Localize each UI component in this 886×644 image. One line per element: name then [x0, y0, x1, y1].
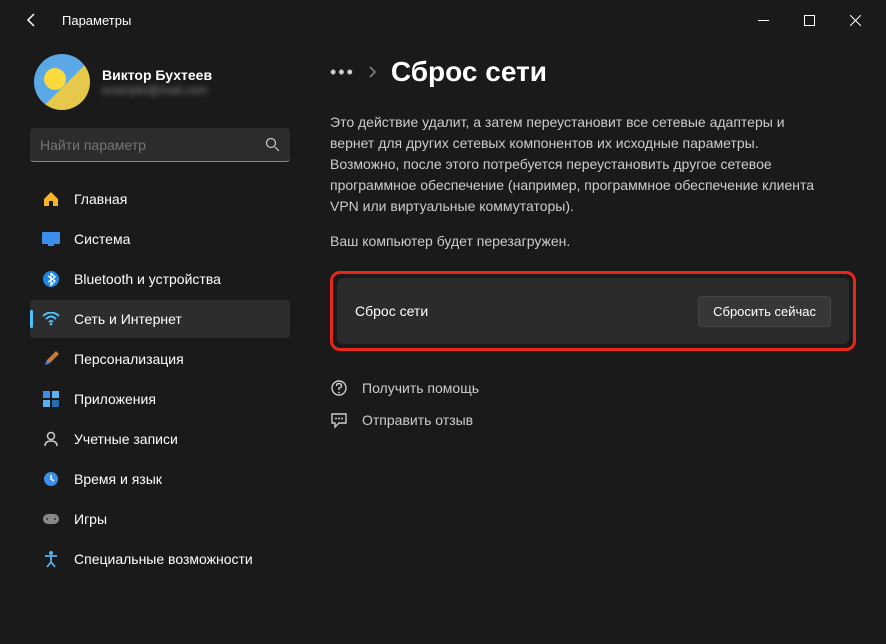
profile-email: example@mail.com	[102, 83, 212, 97]
chevron-right-icon	[369, 66, 377, 78]
clock-icon	[42, 470, 60, 488]
profile-name: Виктор Бухтеев	[102, 67, 212, 83]
description-text: Это действие удалит, а затем переустанов…	[330, 112, 830, 217]
sidebar-item-label: Приложения	[74, 391, 156, 407]
avatar	[34, 54, 90, 110]
brush-icon	[42, 350, 60, 368]
sidebar-item-label: Специальные возможности	[74, 551, 253, 567]
sidebar-item-label: Система	[74, 231, 130, 247]
breadcrumb: ••• Сброс сети	[330, 56, 856, 88]
sidebar-item-system[interactable]: Система	[30, 220, 290, 258]
titlebar: Параметры	[0, 0, 886, 40]
search-box[interactable]	[30, 128, 290, 162]
close-button[interactable]	[832, 4, 878, 36]
accessibility-icon	[42, 550, 60, 568]
feedback-link-label: Отправить отзыв	[362, 412, 473, 428]
sidebar-item-apps[interactable]: Приложения	[30, 380, 290, 418]
help-icon	[330, 379, 348, 397]
bluetooth-icon	[42, 270, 60, 288]
home-icon	[42, 190, 60, 208]
search-input[interactable]	[40, 137, 265, 153]
profile-section[interactable]: Виктор Бухтеев example@mail.com	[30, 54, 290, 110]
sidebar-item-personalization[interactable]: Персонализация	[30, 340, 290, 378]
sidebar-item-accounts[interactable]: Учетные записи	[30, 420, 290, 458]
search-icon	[265, 137, 280, 152]
page-title: Сброс сети	[391, 56, 547, 88]
minimize-button[interactable]	[740, 4, 786, 36]
sidebar-item-label: Учетные записи	[74, 431, 178, 447]
sidebar: Виктор Бухтеев example@mail.com Главная …	[0, 40, 300, 644]
arrow-left-icon	[24, 12, 40, 28]
feedback-link[interactable]: Отправить отзыв	[330, 411, 856, 429]
sidebar-item-home[interactable]: Главная	[30, 180, 290, 218]
breadcrumb-more[interactable]: •••	[330, 62, 355, 83]
system-icon	[42, 230, 60, 248]
sidebar-item-label: Главная	[74, 191, 127, 207]
close-icon	[850, 15, 861, 26]
back-button[interactable]	[16, 4, 48, 36]
feedback-icon	[330, 411, 348, 429]
nav-list: Главная Система Bluetooth и устройства С…	[30, 180, 290, 578]
sidebar-item-label: Время и язык	[74, 471, 162, 487]
maximize-button[interactable]	[786, 4, 832, 36]
person-icon	[42, 430, 60, 448]
sidebar-item-network[interactable]: Сеть и Интернет	[30, 300, 290, 338]
minimize-icon	[758, 20, 769, 21]
reset-now-button[interactable]: Сбросить сейчас	[698, 296, 831, 327]
sidebar-item-bluetooth[interactable]: Bluetooth и устройства	[30, 260, 290, 298]
reset-card: Сброс сети Сбросить сейчас	[337, 278, 849, 344]
main-content: ••• Сброс сети Это действие удалит, а за…	[300, 40, 886, 644]
sidebar-item-gaming[interactable]: Игры	[30, 500, 290, 538]
sidebar-item-label: Игры	[74, 511, 107, 527]
maximize-icon	[804, 15, 815, 26]
sidebar-item-label: Сеть и Интернет	[74, 311, 182, 327]
sidebar-item-accessibility[interactable]: Специальные возможности	[30, 540, 290, 578]
reset-label: Сброс сети	[355, 303, 428, 319]
sidebar-item-label: Персонализация	[74, 351, 184, 367]
get-help-link[interactable]: Получить помощь	[330, 379, 856, 397]
reset-card-highlight: Сброс сети Сбросить сейчас	[330, 271, 856, 351]
help-link-label: Получить помощь	[362, 380, 479, 396]
wifi-icon	[42, 310, 60, 328]
window-title: Параметры	[62, 13, 131, 28]
sidebar-item-time[interactable]: Время и язык	[30, 460, 290, 498]
apps-icon	[42, 390, 60, 408]
restart-note: Ваш компьютер будет перезагружен.	[330, 233, 856, 249]
sidebar-item-label: Bluetooth и устройства	[74, 271, 221, 287]
gamepad-icon	[42, 510, 60, 528]
